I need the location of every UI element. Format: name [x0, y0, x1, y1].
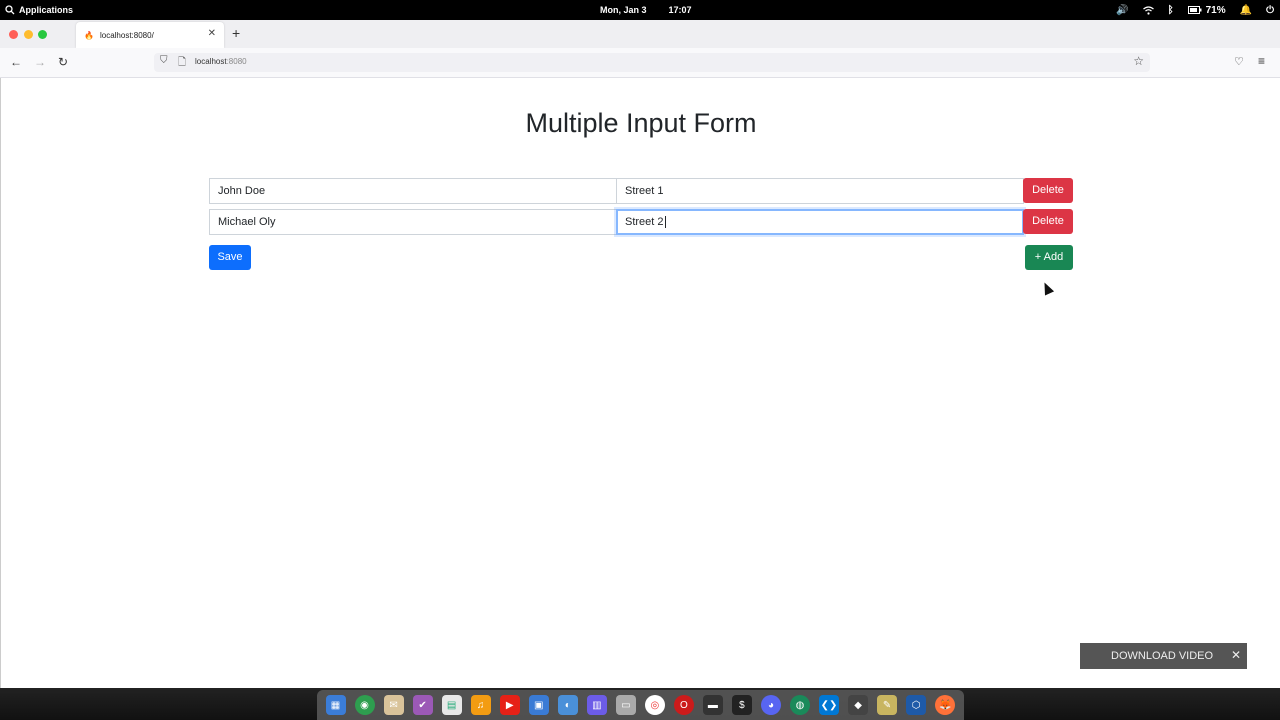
dock: ▦ ◉ ✉ ✔ ▤ ♫ ▶ ▣ ◐ ▥ ▭ ◎ O ▬ $ ◕ ◍ ❮❯ ◆ ✎…: [317, 690, 964, 720]
chrome-icon[interactable]: ◎: [644, 695, 665, 715]
tab-strip: 🔥 localhost:8080/ ✕ +: [0, 20, 1280, 48]
applications-menu[interactable]: Applications: [19, 5, 73, 15]
inkscape-icon[interactable]: ◆: [848, 695, 869, 715]
pocket-icon[interactable]: ♡: [1234, 55, 1244, 68]
browser-icon[interactable]: ◉: [354, 695, 375, 715]
power-icon[interactable]: ⏻: [1266, 0, 1274, 20]
tab-favicon-icon: 🔥: [84, 30, 94, 40]
new-tab-button[interactable]: +: [232, 25, 240, 41]
shield-icon[interactable]: ⛉: [160, 55, 168, 66]
mail-icon[interactable]: ✉: [383, 695, 404, 715]
form-row: Michael Oly Street 2 Delete: [209, 209, 1073, 235]
page-content: Multiple Input Form John Doe Street 1 De…: [0, 78, 1280, 688]
opera-icon[interactable]: O: [673, 695, 694, 715]
wifi-icon[interactable]: [1142, 0, 1154, 20]
youtube-icon[interactable]: ▶: [499, 695, 520, 715]
forward-icon[interactable]: →: [34, 55, 46, 69]
url-bar[interactable]: ⛉ 🗋 localhost:8080 ☆: [154, 53, 1150, 72]
firefox-icon[interactable]: 🦊: [935, 695, 956, 715]
search-icon[interactable]: [5, 0, 15, 20]
battery-status: 71%: [1187, 0, 1226, 20]
address-value: Street 2: [625, 216, 664, 228]
hamburger-menu-icon[interactable]: ≡: [1258, 54, 1265, 68]
calendar-icon[interactable]: ▥: [586, 695, 607, 715]
battery-icon: [1187, 6, 1202, 14]
bluetooth-off-icon[interactable]: ᛒ: [1168, 0, 1174, 20]
system-time[interactable]: 17:07: [669, 5, 692, 15]
files-icon[interactable]: ▭: [615, 695, 636, 715]
download-video-banner[interactable]: DOWNLOAD VIDEO ✕: [1080, 643, 1247, 669]
navigation-bar: ← → ↻ ⛉ 🗋 localhost:8080 ☆ ♡ ≡: [0, 48, 1280, 78]
url-port: :8080: [226, 57, 247, 66]
save-button[interactable]: Save: [209, 245, 251, 270]
window-close-button[interactable]: [9, 30, 18, 39]
monitor-icon[interactable]: ▬: [702, 695, 723, 715]
vscode-icon[interactable]: ❮❯: [819, 695, 840, 715]
name-input[interactable]: Michael Oly: [209, 209, 617, 235]
volume-icon[interactable]: 🔊: [1116, 0, 1128, 20]
url-text[interactable]: localhost:8080: [195, 57, 247, 66]
tasks-icon[interactable]: ✔: [412, 695, 433, 715]
page-title: Multiple Input Form: [525, 108, 757, 138]
form-row: John Doe Street 1 Delete: [209, 178, 1073, 204]
system-top-bar: Applications Mon, Jan 3 17:07 🔊 ᛒ 71% 🔔 …: [0, 0, 1280, 20]
text-caret: [664, 216, 666, 229]
tab-close-icon[interactable]: ✕: [208, 28, 216, 39]
add-button[interactable]: + Add: [1025, 245, 1073, 270]
window-minimize-button[interactable]: [24, 30, 33, 39]
url-host: localhost: [195, 57, 227, 66]
back-icon[interactable]: ←: [10, 55, 22, 69]
tab-title: localhost:8080/: [99, 30, 154, 40]
spreadsheet-icon[interactable]: ▤: [441, 695, 462, 715]
discord-icon[interactable]: ◕: [760, 695, 781, 715]
notification-icon[interactable]: 🔔: [1240, 0, 1252, 20]
download-video-label[interactable]: DOWNLOAD VIDEO: [1111, 650, 1213, 662]
virtualbox-icon[interactable]: ⬡: [906, 695, 927, 715]
reload-icon[interactable]: ↻: [58, 55, 68, 69]
browser-window: 🔥 localhost:8080/ ✕ + ← → ↻ ⛉ 🗋 localhos…: [0, 20, 1280, 688]
globe-icon[interactable]: ◍: [790, 695, 811, 715]
delete-button[interactable]: Delete: [1023, 178, 1073, 203]
toggle-icon[interactable]: ◐: [557, 695, 578, 715]
image-viewer-icon[interactable]: ▣: [528, 695, 549, 715]
browser-tab[interactable]: 🔥 localhost:8080/ ✕: [76, 22, 224, 48]
name-input[interactable]: John Doe: [209, 178, 617, 204]
notes-icon[interactable]: ✎: [877, 695, 898, 715]
system-date[interactable]: Mon, Jan 3: [600, 5, 647, 15]
address-input-focused[interactable]: Street 2: [616, 209, 1024, 235]
workspace-icon[interactable]: ▦: [325, 695, 346, 715]
close-icon[interactable]: ✕: [1231, 648, 1241, 662]
music-icon[interactable]: ♫: [470, 695, 491, 715]
battery-percent: 71%: [1205, 4, 1226, 16]
terminal-icon[interactable]: $: [731, 695, 752, 715]
page-icon[interactable]: 🗋: [178, 55, 186, 72]
window-maximize-button[interactable]: [38, 30, 47, 39]
bookmark-star-icon[interactable]: ☆: [1133, 54, 1144, 68]
delete-button[interactable]: Delete: [1023, 209, 1073, 234]
address-input[interactable]: Street 1: [616, 178, 1024, 204]
